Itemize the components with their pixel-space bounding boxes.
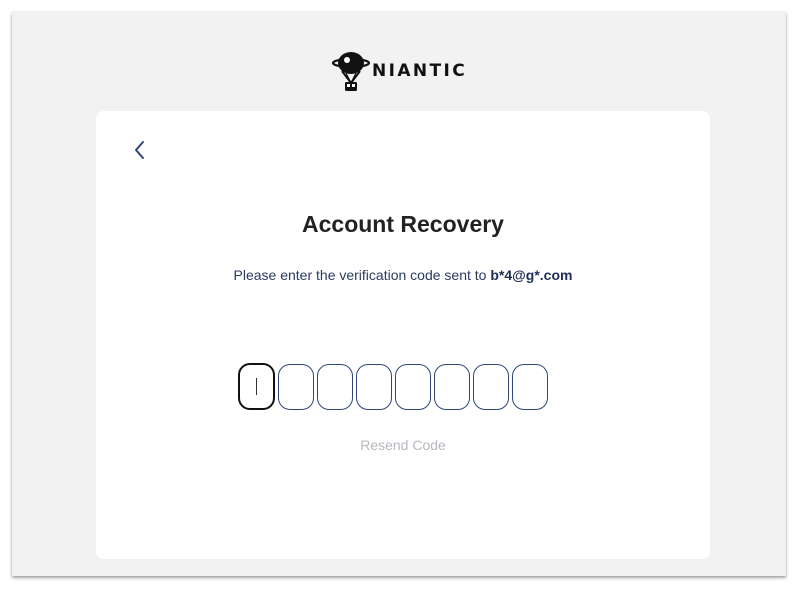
- chevron-left-icon: [135, 141, 144, 159]
- back-button[interactable]: [128, 137, 152, 163]
- instructions-prefix: Please enter the verification code sent …: [233, 267, 487, 283]
- code-digit-1[interactable]: [238, 363, 275, 410]
- code-digit-7[interactable]: [473, 364, 509, 410]
- code-digit-2[interactable]: [278, 364, 314, 410]
- browser-viewport: NIANTIC Account Recovery Please enter th…: [12, 12, 786, 576]
- code-digit-5[interactable]: [395, 364, 431, 410]
- code-digit-6[interactable]: [434, 364, 470, 410]
- niantic-balloon-logo-icon: [332, 52, 370, 91]
- account-recovery-card: Account Recovery Please enter the verifi…: [96, 111, 710, 559]
- text-caret: [256, 378, 257, 395]
- code-digit-3[interactable]: [317, 364, 353, 410]
- masked-email: b*4@g*.com: [490, 267, 573, 283]
- code-digit-8[interactable]: [512, 364, 548, 410]
- code-digit-4[interactable]: [356, 364, 392, 410]
- instructions-text: Please enter the verification code sent …: [96, 267, 710, 283]
- brand-name: NIANTIC: [372, 61, 468, 81]
- page-title: Account Recovery: [302, 211, 504, 237]
- niantic-logo: NIANTIC: [332, 49, 467, 93]
- verification-code-input: [238, 363, 551, 410]
- resend-code-link[interactable]: Resend Code: [96, 437, 710, 453]
